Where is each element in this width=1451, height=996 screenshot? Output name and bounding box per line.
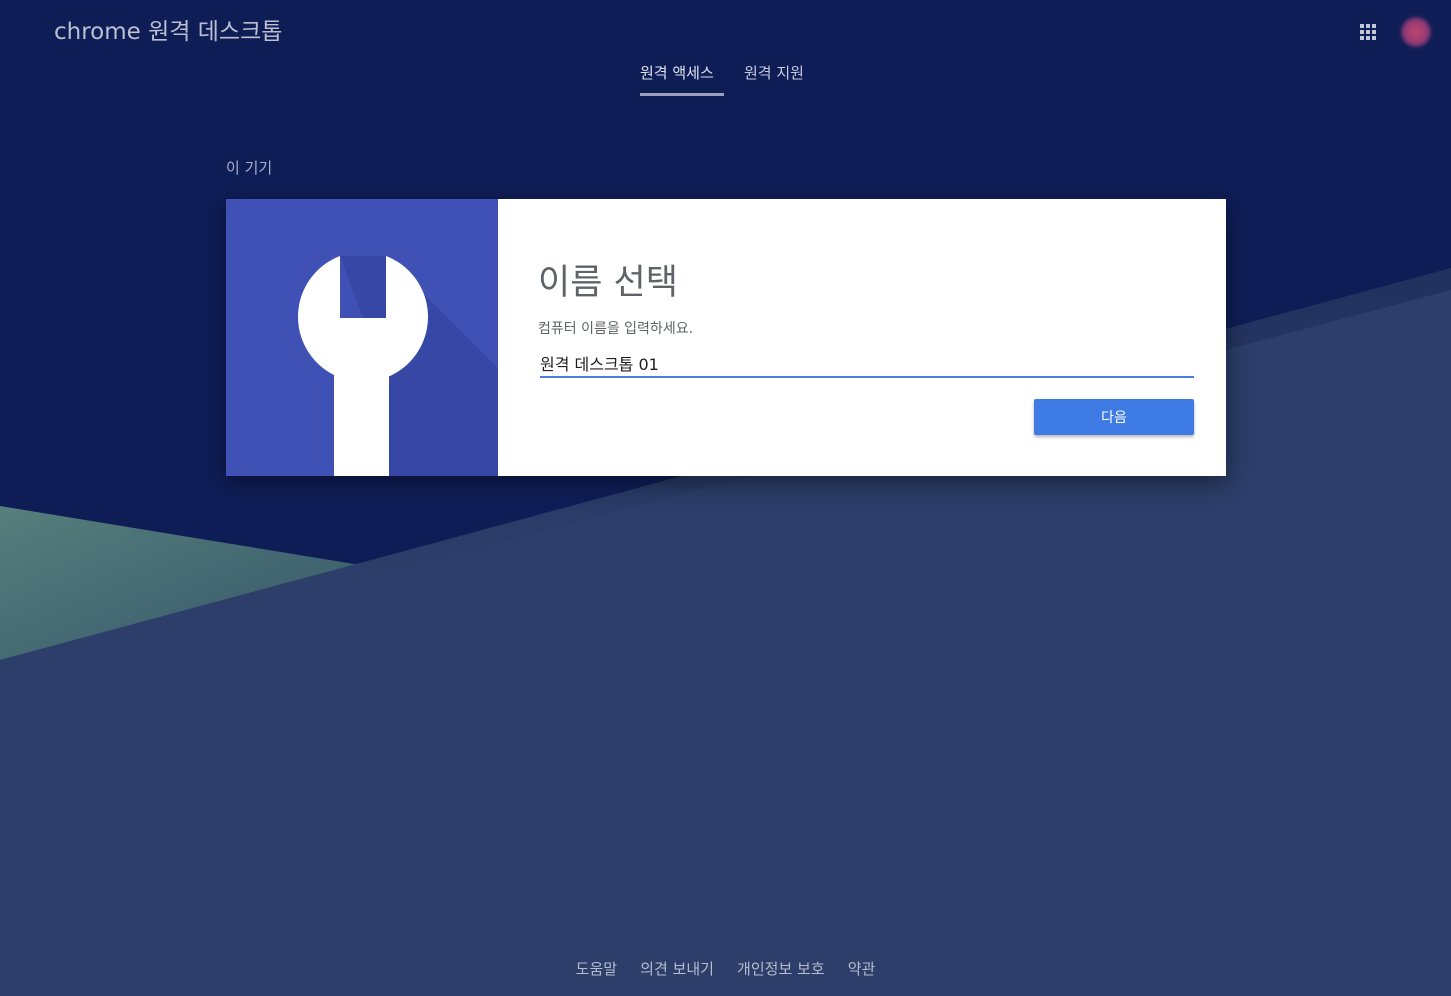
card-content: 이름 선택 컴퓨터 이름을 입력하세요. 다음: [498, 199, 1226, 476]
top-bar: chrome 원격 데스크톱: [0, 0, 1451, 60]
page-background: [0, 0, 1451, 996]
active-tab-indicator: [640, 93, 724, 96]
footer-link-privacy[interactable]: 개인정보 보호: [737, 958, 825, 979]
name-setup-card: 이름 선택 컴퓨터 이름을 입력하세요. 다음: [226, 199, 1226, 476]
wrench-icon: [226, 199, 498, 476]
footer-link-terms[interactable]: 약관: [848, 958, 876, 979]
footer-link-help[interactable]: 도움말: [576, 958, 617, 979]
tab-remote-support[interactable]: 원격 지원: [744, 62, 804, 93]
computer-name-input[interactable]: [540, 350, 1194, 378]
tab-remote-access[interactable]: 원격 액세스: [640, 62, 714, 93]
card-title: 이름 선택: [538, 263, 678, 303]
account-avatar[interactable]: [1401, 17, 1431, 47]
next-button[interactable]: 다음: [1034, 399, 1194, 435]
footer-links: 도움말 의견 보내기 개인정보 보호 약관: [0, 958, 1451, 979]
app-logo[interactable]: chrome 원격 데스크톱: [54, 12, 282, 46]
section-heading-this-device: 이 기기: [226, 159, 273, 177]
footer-link-feedback[interactable]: 의견 보내기: [640, 958, 714, 979]
card-illustration: [226, 199, 498, 476]
apps-grid-icon[interactable]: [1358, 22, 1378, 42]
card-instructions: 컴퓨터 이름을 입력하세요.: [538, 321, 694, 337]
brand-suffix: 원격 데스크톱: [148, 19, 283, 45]
brand-prefix: chrome: [54, 19, 141, 45]
